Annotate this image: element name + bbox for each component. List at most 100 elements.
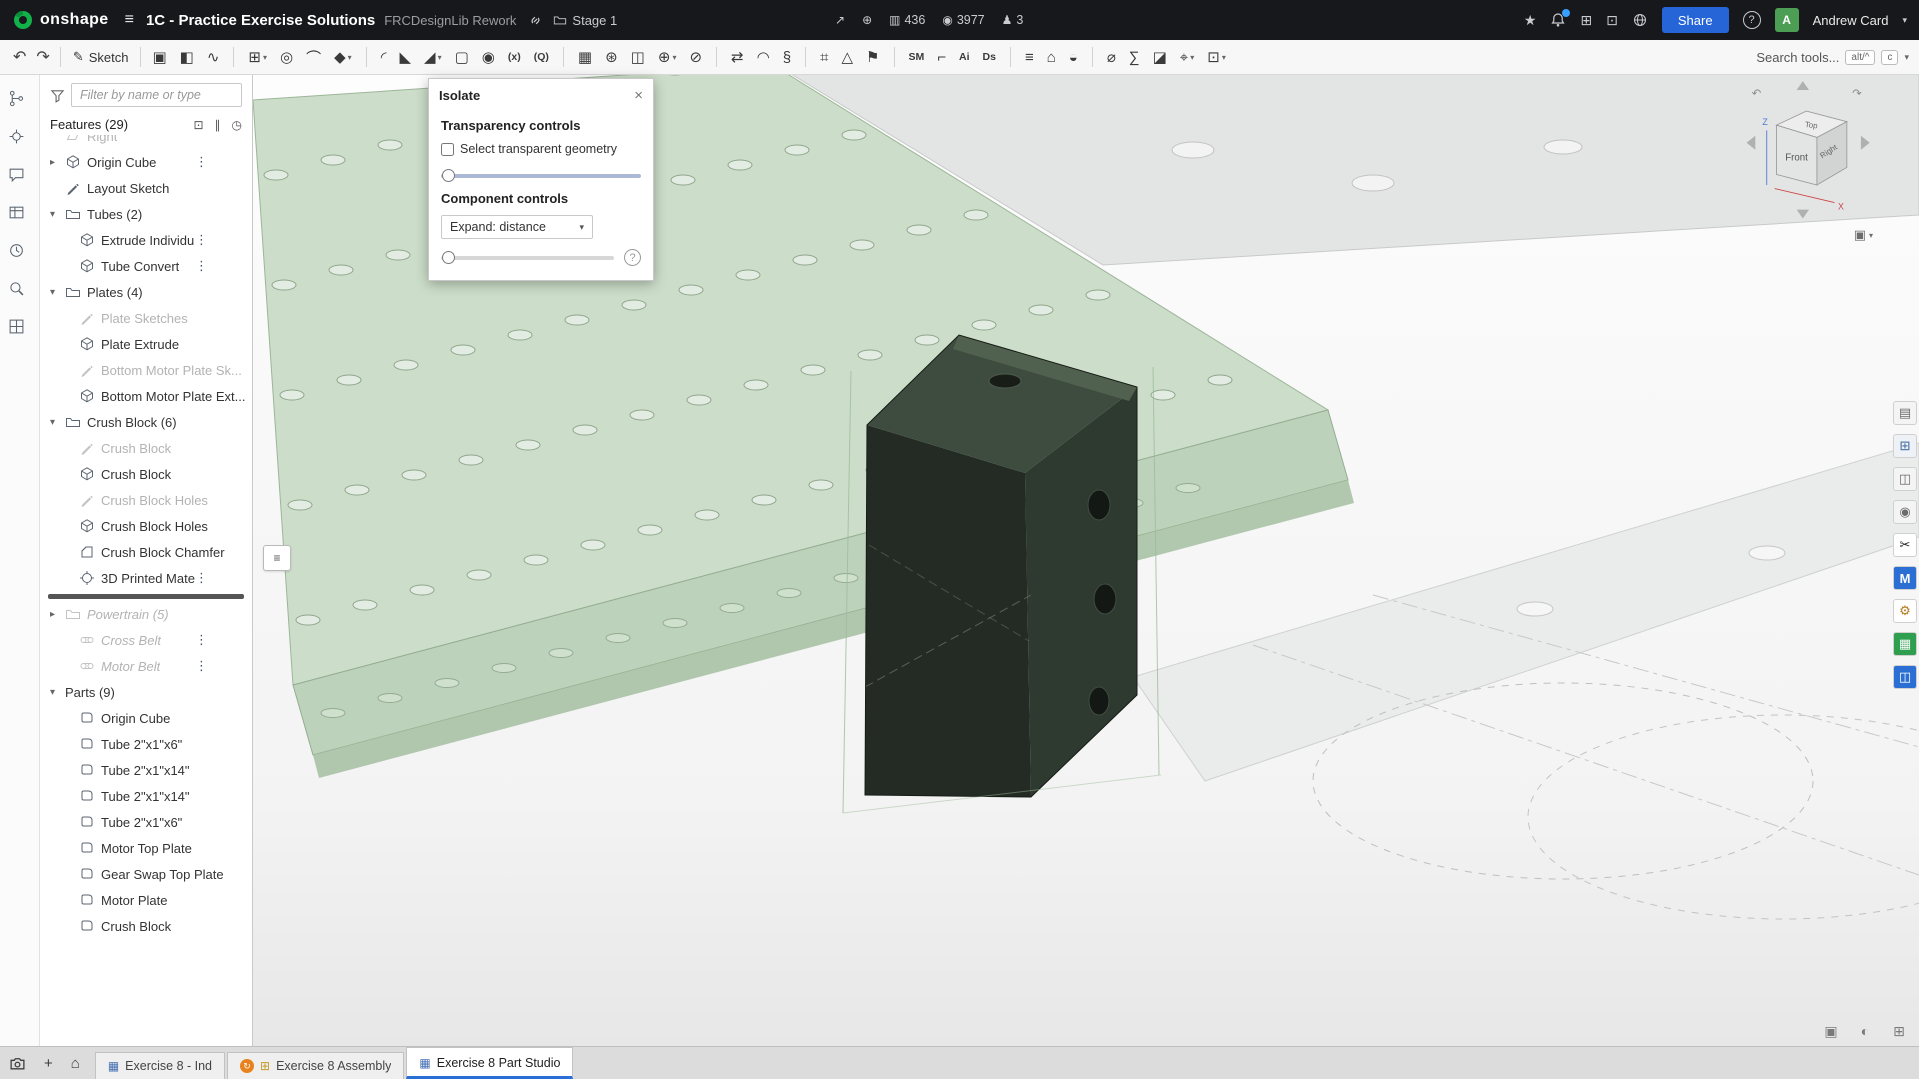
feature-item[interactable]: Crush Block Chamfer [40,539,252,565]
tool-copy-button[interactable]: ▣ [148,44,170,71]
stat-views[interactable]: ◉3977 [942,13,984,27]
chevron-down-icon[interactable]: ▾ [50,287,65,298]
feature-item[interactable]: ▾Crush Block (6) [40,409,252,435]
transparency-slider-knob[interactable] [442,169,455,182]
tool-fillet-button[interactable]: ◜ [377,44,391,71]
tool-shell-button[interactable]: ▢ [451,44,473,71]
feature-item[interactable]: Motor Belt⋮ [40,653,252,679]
tool-frame-button[interactable]: ⌗ [816,44,832,71]
feature-item[interactable]: Tube Convert⋮ [40,253,252,279]
tool-window-layout-button[interactable]: ⊡▾ [1203,44,1230,71]
new-tab-button[interactable]: + [35,1047,62,1079]
tool-revolve-button[interactable]: ◎ [276,44,297,71]
stat-public[interactable]: ⊕ [862,13,872,27]
feature-list-toggle-button[interactable]: ≡ [263,545,291,571]
feature-item[interactable]: Layout Sketch [40,175,252,201]
tool-flange-button[interactable]: ⌐ [933,44,950,71]
rotate-left-arrow[interactable] [1747,136,1756,150]
isolate-help-icon[interactable]: ? [624,249,641,266]
tab-exercise-8-ind[interactable]: ▦Exercise 8 - Ind [95,1052,225,1079]
apps-grid-icon[interactable]: ⊞ [1580,12,1592,29]
tool-variable-studio-button[interactable]: (Q) [530,44,553,71]
tab-exercise-8-part-studio[interactable]: ▦Exercise 8 Part Studio [406,1047,573,1079]
share-button[interactable]: Share [1662,7,1729,33]
show-insert-bar-icon[interactable]: ⊡ [193,118,203,132]
distance-slider-knob[interactable] [442,251,455,264]
tool-helix-button[interactable]: § [779,44,795,71]
transparency-slider-track[interactable] [441,174,641,178]
context-dots-icon[interactable]: ⋮ [195,661,208,671]
history-panel-button[interactable] [9,87,31,109]
feature-item[interactable]: Plate Sketches [40,305,252,331]
view-cube[interactable]: ↶ ↷ Front Top Right Z X [1743,77,1875,227]
tool-tag-button[interactable]: ⚑ [862,44,883,71]
user-menu-caret-icon[interactable]: ▾ [1902,15,1907,26]
chevron-right-icon[interactable]: ▸ [50,157,65,168]
feature-tree-scroll[interactable]: Right▸Origin Cube⋮Layout Sketch▾Tubes (2… [40,135,252,1046]
sketch-button[interactable]: ✎ Sketch [66,46,136,68]
context-dots-icon[interactable]: ⋮ [195,157,208,167]
feature-item[interactable]: ▸Origin Cube⋮ [40,149,252,175]
tool-fill-button[interactable]: ◒ [1065,44,1082,71]
transform-panel-button[interactable] [9,125,31,147]
tool-thicken-button[interactable]: ≡ [1021,44,1038,71]
panel-layout-icon[interactable]: ⊡ [1606,12,1618,29]
rotate-cw-icon[interactable]: ↷ [1852,88,1862,100]
tool-linear-pattern-button[interactable]: ▦ [574,44,596,71]
tool-enclose-button[interactable]: ⌂ [1043,44,1060,71]
crush-block-solid[interactable] [865,335,1137,797]
grid-toggle-button[interactable]: ⊞ [1887,1020,1911,1042]
feature-item[interactable]: Motor Plate [40,887,252,913]
feature-item[interactable]: Bottom Motor Plate Sk... [40,357,252,383]
notifications-bell-icon[interactable] [1550,12,1566,28]
tool-loft-button[interactable]: ◆▾ [330,44,356,71]
chevron-down-icon[interactable]: ▾ [50,687,65,698]
tool-draft-button[interactable]: ◢▾ [420,44,446,71]
turntable-tool-button[interactable]: ◐ [1853,1020,1877,1042]
distance-slider[interactable] [441,251,614,264]
tool-split-button[interactable]: ⊘ [685,44,706,71]
tab-manager-home-button[interactable]: ⌂ [62,1047,89,1079]
feature-item[interactable]: ▾Plates (4) [40,279,252,305]
custom-tables-panel-button[interactable] [9,201,31,223]
rotate-right-arrow[interactable] [1861,136,1870,150]
feature-item[interactable]: Crush Block Holes [40,487,252,513]
tool-extrude-button[interactable]: ⊞▾ [244,44,271,71]
copy-link-icon[interactable] [528,13,543,28]
tool-chamfer-button[interactable]: ◣ [396,44,416,71]
configurations-panel-button[interactable]: ◉ [1893,500,1917,524]
tool-mass-properties-button[interactable]: ∑ [1125,44,1144,71]
feature-item[interactable]: Crush Block [40,461,252,487]
tool-ai-advisor-button[interactable]: Ai [955,44,974,71]
context-dots-icon[interactable]: ⋮ [195,235,208,245]
stat-followers[interactable]: ♟3 [1002,13,1024,27]
tool-circular-pattern-button[interactable]: ⊛ [601,44,622,71]
redo-button[interactable]: ↷ [31,45,54,69]
stat-copies[interactable]: ▥436 [889,13,925,27]
context-dots-icon[interactable]: ⋮ [195,573,208,583]
magic-wand-icon[interactable]: ★ [1524,12,1537,29]
cut-list-app-button[interactable]: ✂ [1893,533,1917,557]
comments-panel-button[interactable] [9,163,31,185]
feature-item[interactable]: ▸Powertrain (5) [40,601,252,627]
feature-item[interactable]: Crush Block [40,435,252,461]
rotate-up-arrow[interactable] [1797,81,1809,90]
close-icon[interactable]: × [634,90,643,102]
feature-item[interactable]: Tube 2"x1"x6" [40,731,252,757]
appearance-panel-button[interactable]: ⊞ [1893,434,1917,458]
select-transparent-checkbox[interactable] [441,143,454,156]
tool-gusset-button[interactable]: △ [838,44,858,71]
history-icon[interactable]: ◷ [232,118,242,132]
spreadsheet-app-button[interactable]: ▦ [1893,632,1917,656]
view-options-button[interactable]: ▣ ▾ [1854,227,1873,243]
chevron-right-icon[interactable]: ▸ [50,609,65,620]
tool-variable-button[interactable]: (x) [504,44,525,71]
feature-item[interactable]: ▾Tubes (2) [40,201,252,227]
feature-item[interactable]: Crush Block [40,913,252,939]
feature-item[interactable]: Extrude Individu...⋮ [40,227,252,253]
tool-spline-button[interactable]: ∿ [203,44,224,71]
globe-icon[interactable] [1632,12,1648,28]
tool-sheet-metal-button[interactable]: SM [905,44,929,71]
suspend-updates-icon[interactable]: ∥ [215,118,221,132]
feature-item[interactable]: Cross Belt⋮ [40,627,252,653]
